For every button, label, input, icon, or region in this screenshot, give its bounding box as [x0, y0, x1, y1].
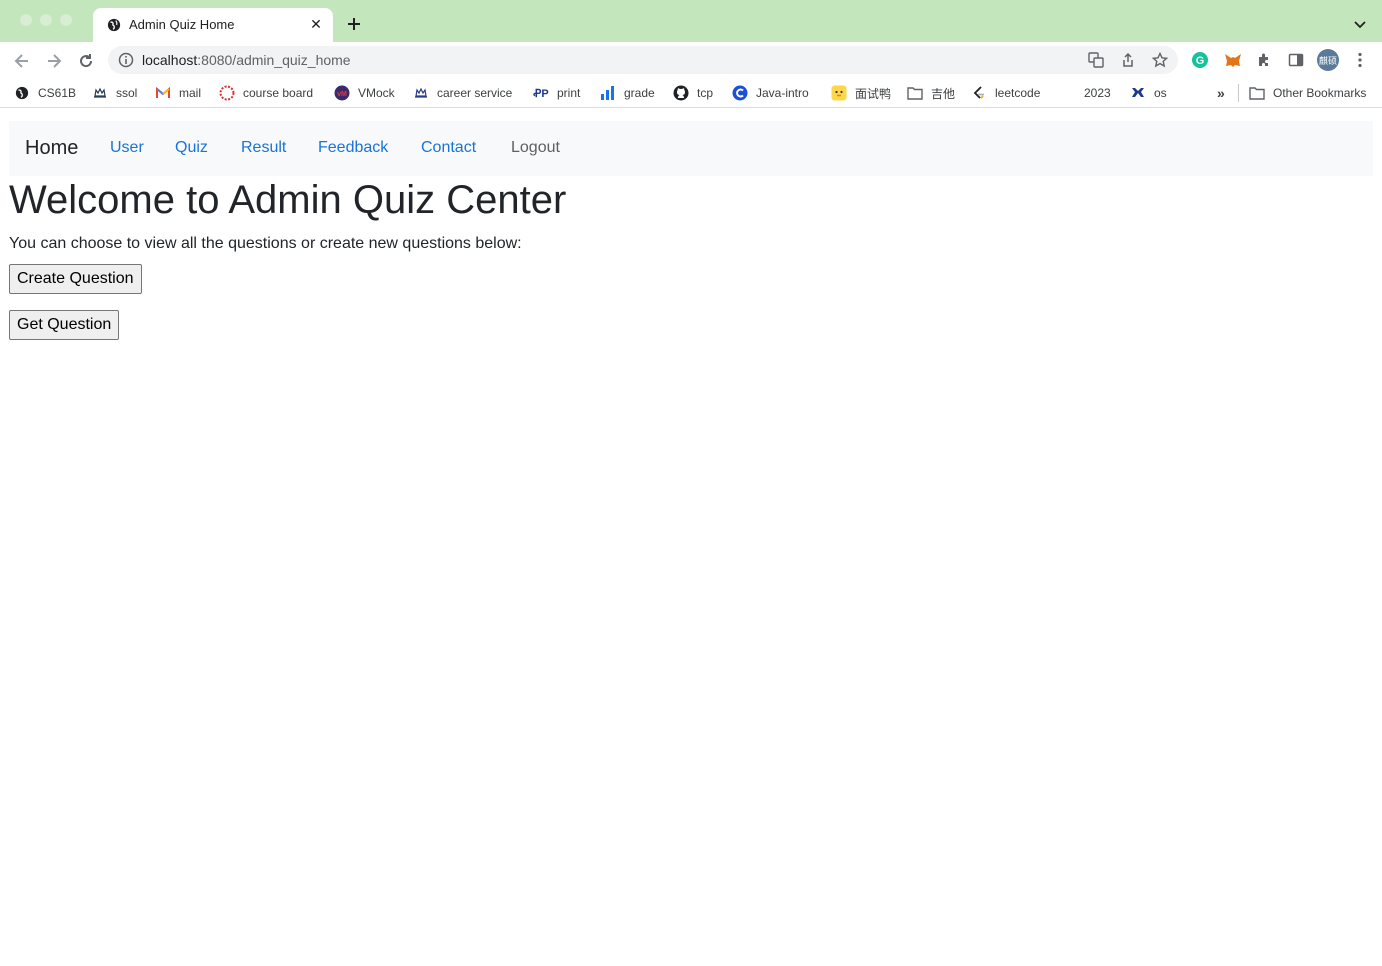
bookmark-vmock[interactable]: vM VMock: [334, 84, 395, 102]
bookmark-course-board[interactable]: course board: [219, 84, 313, 102]
other-bookmarks-label: Other Bookmarks: [1273, 86, 1367, 100]
bookmark-label: tcp: [697, 86, 714, 100]
page-title: Welcome to Admin Quiz Center: [9, 178, 567, 222]
svg-text:vM: vM: [337, 91, 347, 98]
bookmark-cs61b[interactable]: CS61B: [14, 84, 76, 102]
star-icon[interactable]: [1152, 52, 1168, 68]
bookmark-label: os: [1154, 86, 1167, 100]
close-window-dot[interactable]: [20, 14, 32, 26]
bookmark-print[interactable]: ꝒP print: [533, 84, 580, 102]
github-icon: [673, 85, 689, 101]
side-panel-icon[interactable]: [1286, 50, 1306, 70]
address-bar[interactable]: localhost:8080/admin_quiz_home: [108, 46, 1178, 74]
globe-icon: [107, 18, 121, 32]
bookmark-2023[interactable]: 2023: [1084, 84, 1111, 102]
tab-title: Admin Quiz Home: [129, 17, 235, 32]
bookmark-label: 吉他: [931, 86, 956, 101]
zoom-window-dot[interactable]: [60, 14, 72, 26]
bookmark-label: print: [557, 86, 581, 100]
bookmarks-bar: CS61B ssol mail course board vM VMock ca…: [0, 78, 1382, 108]
bookmarks-overflow-button[interactable]: »: [1217, 84, 1225, 102]
extensions-puzzle-icon[interactable]: [1254, 50, 1274, 70]
bar-chart-icon: [600, 85, 616, 101]
c-logo-icon: [732, 85, 748, 101]
nav-link-quiz[interactable]: Quiz: [175, 139, 208, 157]
nav-link-user[interactable]: User: [110, 139, 144, 157]
info-icon[interactable]: [118, 52, 134, 68]
more-menu-icon[interactable]: [1350, 50, 1370, 70]
new-tab-icon[interactable]: [344, 14, 364, 34]
url-path: :8080/admin_quiz_home: [197, 52, 351, 68]
duck-icon: [831, 85, 847, 101]
bookmark-label: course board: [243, 86, 314, 100]
svg-text:G: G: [1196, 55, 1205, 67]
bookmark-label: 2023: [1084, 86, 1111, 100]
bookmark-leetcode[interactable]: leetcode: [971, 84, 1040, 102]
bookmark-folder-guitar[interactable]: 吉他: [907, 84, 955, 102]
nav-home-link[interactable]: Home: [25, 137, 78, 160]
url-host: localhost: [142, 52, 198, 68]
metamask-fox-icon[interactable]: [1222, 50, 1242, 70]
reload-icon[interactable]: [75, 50, 97, 72]
nav-link-logout[interactable]: Logout: [511, 139, 560, 157]
bookmark-label: mail: [179, 86, 202, 100]
get-question-button[interactable]: Get Question: [9, 310, 120, 340]
folder-icon: [1249, 85, 1265, 101]
browser-tab[interactable]: Admin Quiz Home ✕: [93, 8, 333, 42]
gmail-icon: [155, 85, 171, 101]
bookmark-grade[interactable]: grade: [600, 84, 655, 102]
bookmark-mianshiya[interactable]: 面试鸭: [831, 84, 891, 102]
crown-icon: [413, 85, 429, 101]
bookmark-label: career service: [437, 86, 513, 100]
bookmark-label: leetcode: [995, 86, 1041, 100]
other-bookmarks[interactable]: Other Bookmarks: [1249, 84, 1366, 102]
minimize-window-dot[interactable]: [40, 14, 52, 26]
bookmark-label: ssol: [116, 86, 138, 100]
browser-toolbar: localhost:8080/admin_quiz_home: [0, 42, 1382, 78]
nav-link-result[interactable]: Result: [241, 139, 286, 157]
bookmark-java-intro[interactable]: Java-intro: [732, 84, 809, 102]
nav-link-feedback[interactable]: Feedback: [318, 139, 388, 157]
ring-icon: [219, 85, 235, 101]
bookmark-ssol[interactable]: ssol: [92, 84, 137, 102]
translate-icon[interactable]: [1088, 52, 1104, 68]
bookmark-label: grade: [624, 86, 655, 100]
site-navbar: Home User Quiz Result Feedback Contact L…: [9, 121, 1373, 176]
crown-icon: [92, 85, 108, 101]
globe-icon: [14, 85, 30, 101]
nav-link-contact[interactable]: Contact: [421, 139, 476, 157]
back-arrow-icon[interactable]: [11, 50, 33, 72]
bookmark-career-service[interactable]: career service: [413, 84, 512, 102]
intro-text: You can choose to view all the questions…: [9, 235, 522, 252]
chevron-down-icon[interactable]: [1350, 14, 1370, 34]
bookmark-mail[interactable]: mail: [155, 84, 201, 102]
bookmark-os[interactable]: os: [1130, 84, 1167, 102]
grammarly-icon[interactable]: G: [1190, 50, 1210, 70]
share-icon[interactable]: [1120, 52, 1136, 68]
close-tab-icon[interactable]: ✕: [307, 15, 325, 33]
bookmark-label: VMock: [358, 86, 395, 100]
bookmark-label: CS61B: [38, 86, 77, 100]
tab-strip: Admin Quiz Home ✕: [0, 0, 1382, 42]
create-question-button[interactable]: Create Question: [9, 264, 142, 294]
profile-avatar[interactable]: 麒硕: [1317, 49, 1339, 71]
bookmarks-divider: [1238, 84, 1239, 102]
vmock-icon: vM: [334, 85, 350, 101]
columbia-icon: [1130, 85, 1146, 101]
bookmark-tcp[interactable]: tcp: [673, 84, 713, 102]
papercut-icon: ꝒP: [533, 87, 549, 100]
url-text[interactable]: localhost:8080/admin_quiz_home: [142, 52, 351, 68]
bookmark-label: Java-intro: [756, 86, 809, 100]
folder-icon: [907, 85, 923, 101]
forward-arrow-icon[interactable]: [43, 50, 65, 72]
bookmark-label: 面试鸭: [855, 86, 892, 101]
leetcode-icon: [971, 85, 987, 101]
